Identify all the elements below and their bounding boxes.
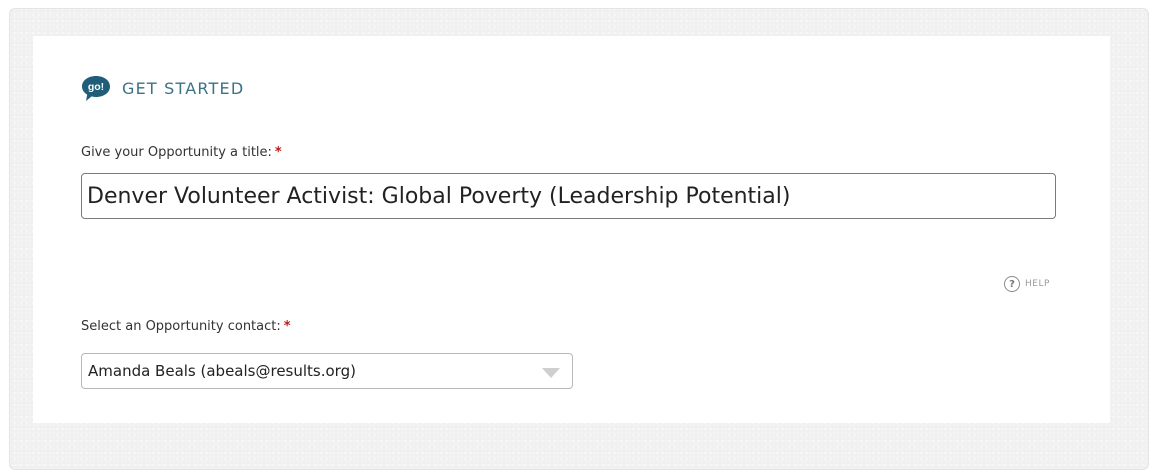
contact-required-marker: * xyxy=(283,319,291,334)
opportunity-title-input[interactable] xyxy=(81,173,1056,219)
go-icon-text: go! xyxy=(88,81,104,93)
dropdown-triangle-icon[interactable] xyxy=(542,368,560,378)
title-label-text: Give your Opportunity a title: xyxy=(81,145,272,160)
form-card: go! GET STARTED Give your Opportunity a … xyxy=(33,36,1110,423)
go-speech-bubble-icon: go! xyxy=(81,75,111,102)
section-title: GET STARTED xyxy=(122,78,245,98)
help-label[interactable]: HELP xyxy=(1025,279,1050,289)
contact-field-label: Select an Opportunity contact: * xyxy=(81,319,291,334)
help-link[interactable]: ? HELP xyxy=(1004,276,1050,292)
section-header: go! GET STARTED xyxy=(81,74,244,102)
title-required-marker: * xyxy=(274,145,282,160)
opportunity-contact-select[interactable]: Amanda Beals (abeals@results.org) xyxy=(81,353,573,389)
contact-selected-value: Amanda Beals (abeals@results.org) xyxy=(88,362,356,380)
contact-label-text: Select an Opportunity contact: xyxy=(81,319,281,334)
title-field-label: Give your Opportunity a title: * xyxy=(81,145,282,160)
help-circle-icon[interactable]: ? xyxy=(1004,276,1020,292)
